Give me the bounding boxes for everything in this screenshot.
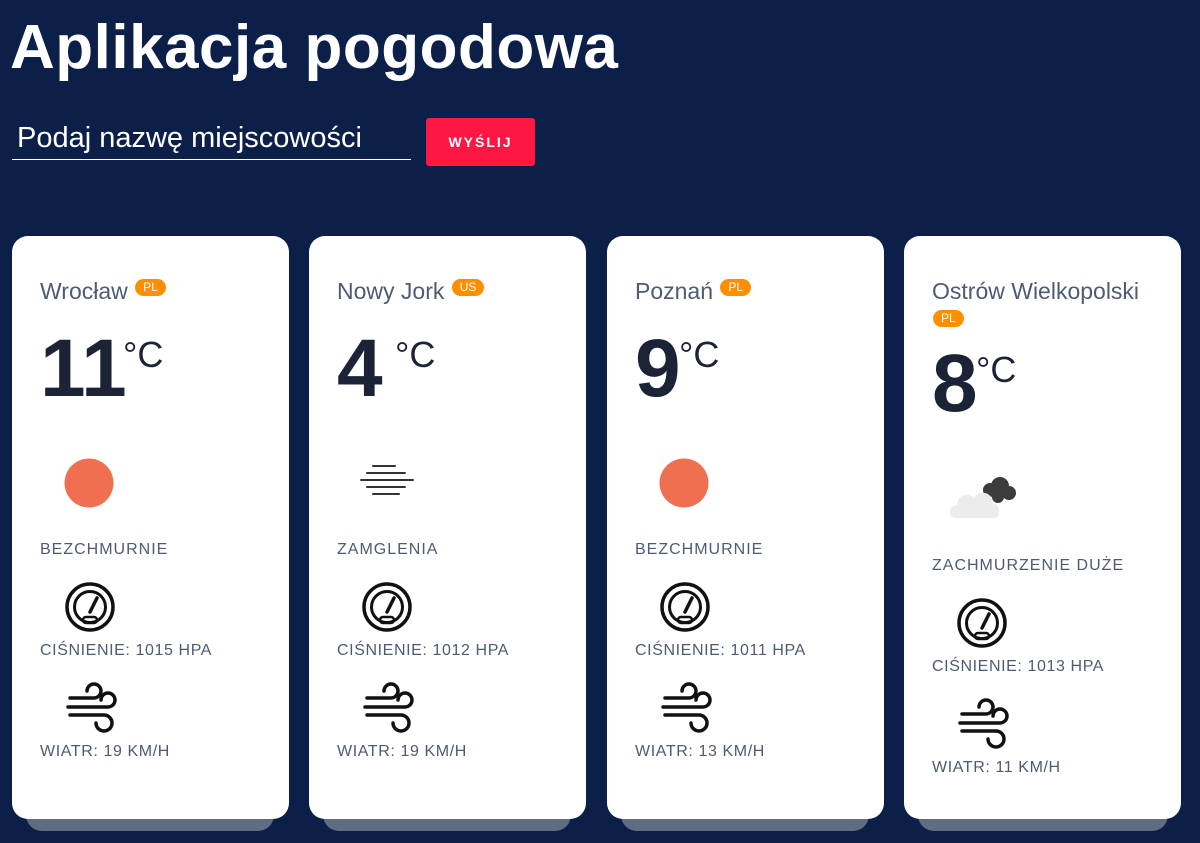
temperature-unit: °C — [395, 334, 436, 375]
country-badge: PL — [720, 279, 752, 296]
city-name-row: Ostrów Wielkopolski PL — [932, 276, 1172, 338]
condition-label: BEZCHMURNIE — [40, 541, 169, 558]
wind-icon — [958, 698, 1009, 749]
gauge-icon — [957, 598, 1007, 648]
city-name-row: Poznań PL — [635, 276, 875, 307]
sun-icon — [64, 458, 114, 508]
country-badge: US — [451, 279, 485, 296]
wind-icon — [66, 682, 117, 733]
city-name: Nowy Jork — [337, 278, 445, 304]
wind-label: WIATR: 13 KM/H — [635, 743, 765, 760]
weather-card-poznan: Poznań PL 9 °C BEZCHMURNIE CIŚNIENIE: 10… — [607, 236, 884, 819]
wind-label: WIATR: 19 KM/H — [337, 743, 467, 760]
city-name-row: Nowy Jork US — [337, 276, 577, 307]
city-name: Ostrów Wielkopolski — [932, 278, 1140, 304]
wind-icon — [661, 682, 712, 733]
sun-icon — [659, 458, 709, 508]
temperature-value: 8 — [932, 338, 978, 429]
wind-label: WIATR: 19 KM/H — [40, 743, 170, 760]
country-badge: PL — [933, 310, 964, 327]
app-title: Aplikacja pogodowa — [10, 13, 619, 82]
weather-card-nowy-jork: Nowy Jork US 4 °C ZAMGLENIA CIŚNIENIE: 1… — [309, 236, 586, 819]
temperature-unit: °C — [123, 334, 164, 375]
city-name: Poznań — [635, 278, 714, 304]
send-button[interactable]: WYŚLIJ — [426, 118, 535, 166]
city-name: Wrocław — [40, 278, 128, 304]
weather-card-ostrow-wielkopolski: Ostrów Wielkopolski PL 8 °C ZACHMURZENIE… — [904, 236, 1181, 819]
cloud-icon — [950, 477, 1016, 518]
pressure-label: CIŚNIENIE: 1013 HPA — [932, 658, 1105, 675]
temperature-value: 9 — [635, 323, 681, 414]
gauge-icon — [362, 582, 412, 632]
weather-card-wroclaw: Wrocław PL 11 °C BEZCHMURNIE CIŚNIENIE: … — [12, 236, 289, 819]
condition-label: BEZCHMURNIE — [635, 541, 764, 558]
pressure-label: CIŚNIENIE: 1015 HPA — [40, 642, 213, 659]
pressure-label: CIŚNIENIE: 1011 HPA — [635, 642, 806, 659]
wind-icon — [363, 682, 414, 733]
gauge-icon — [65, 582, 115, 632]
condition-label: ZACHMURZENIE DUŻE — [932, 557, 1125, 574]
temperature-unit: °C — [976, 349, 1017, 390]
gauge-icon — [660, 582, 710, 632]
condition-label: ZAMGLENIA — [337, 541, 439, 558]
temperature-value: 11 — [40, 323, 127, 414]
temperature-value: 4 — [337, 323, 383, 414]
city-name-row: Wrocław PL — [40, 276, 280, 307]
temperature-unit: °C — [679, 334, 720, 375]
city-search-input[interactable] — [12, 118, 411, 160]
country-badge: PL — [135, 279, 166, 296]
wind-label: WIATR: 11 KM/H — [932, 759, 1061, 776]
pressure-label: CIŚNIENIE: 1012 HPA — [337, 642, 510, 659]
fog-icon — [360, 465, 414, 495]
